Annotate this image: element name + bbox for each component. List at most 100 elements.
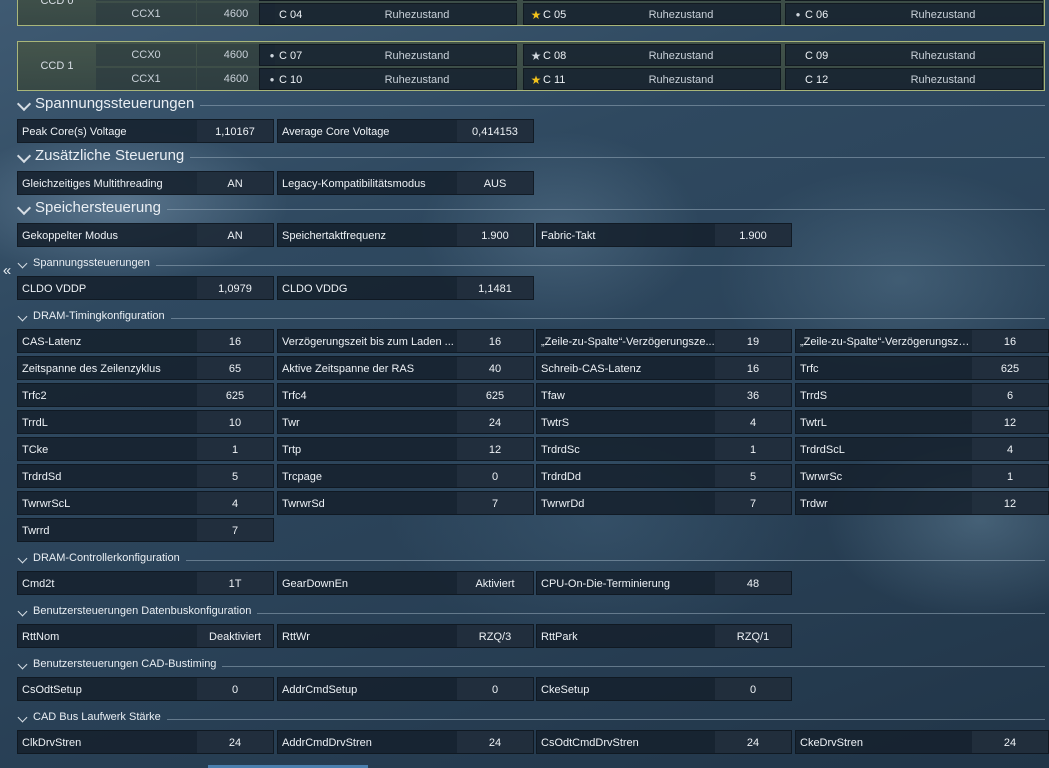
field-dram-timing: Twr 24 bbox=[277, 410, 534, 434]
chevron-down-icon[interactable] bbox=[17, 659, 28, 670]
field-label: TwrwrSc bbox=[800, 471, 843, 483]
core-cell[interactable]: ★ C 11 Ruhezustand bbox=[523, 68, 781, 90]
section-title: DRAM-Controllerkonfiguration bbox=[33, 552, 180, 564]
core-name: C 04 bbox=[279, 9, 303, 21]
section-voltage-control[interactable]: Spannungssteuerungen bbox=[16, 95, 1045, 115]
section-divider bbox=[186, 560, 1045, 561]
section-divider bbox=[171, 318, 1045, 319]
core-state: Ruhezustand bbox=[384, 74, 450, 86]
core-name: C 01 bbox=[279, 0, 302, 2]
field-value: 40 bbox=[457, 357, 533, 379]
field-value: 16 bbox=[197, 330, 273, 352]
chevron-down-icon[interactable] bbox=[17, 258, 28, 269]
chevron-down-icon[interactable] bbox=[17, 311, 28, 322]
field-dram-timing: TwrwrDd 7 bbox=[536, 491, 792, 515]
field-label: Schreib-CAS-Latenz bbox=[541, 363, 642, 375]
core-cell[interactable]: ● C 10 Ruhezustand bbox=[259, 68, 517, 90]
field-label: TrdrdScL bbox=[800, 444, 845, 456]
field-value: 36 bbox=[715, 384, 791, 406]
core-name: C 06 bbox=[805, 9, 829, 21]
field-dram-timing: Aktive Zeitspanne der RAS 40 bbox=[277, 356, 534, 380]
chevron-down-icon[interactable] bbox=[17, 553, 28, 564]
field-dram-controller: CPU-On-Die-Terminierung 48 bbox=[536, 571, 792, 595]
field-dram-timing: TrrdS 6 bbox=[795, 383, 1049, 407]
core-cell[interactable]: C 04 Ruhezustand bbox=[259, 3, 517, 25]
chevron-down-icon[interactable] bbox=[16, 200, 32, 216]
section-memory-control[interactable]: Speichersteuerung bbox=[16, 199, 1045, 219]
field-value: 0 bbox=[715, 678, 791, 700]
core-cell[interactable]: C 12 Ruhezustand bbox=[785, 68, 1043, 90]
section-additional-control[interactable]: Zusätzliche Steuerung bbox=[16, 147, 1045, 167]
collapse-panel-icon[interactable]: « bbox=[0, 262, 14, 280]
field-cldo-vddp: CLDO VDDP 1,0979 bbox=[17, 276, 274, 300]
core-cell[interactable]: ● C 06 Ruhezustand bbox=[785, 3, 1043, 25]
chevron-down-icon[interactable] bbox=[16, 148, 32, 164]
field-value: 1.900 bbox=[715, 224, 791, 246]
core-state: Ruhezustand bbox=[910, 9, 976, 21]
section-divider bbox=[257, 613, 1045, 614]
chevron-down-icon[interactable] bbox=[17, 712, 28, 723]
section-divider bbox=[167, 209, 1045, 210]
field-value: 12 bbox=[972, 411, 1048, 433]
field-value: 24 bbox=[197, 731, 273, 753]
section-title: Zusätzliche Steuerung bbox=[35, 147, 185, 164]
core-cell[interactable]: ★ C 05 Ruhezustand bbox=[523, 3, 781, 25]
chevron-down-icon[interactable] bbox=[17, 606, 28, 617]
field-label: ClkDrvStren bbox=[22, 737, 82, 749]
field-label: Gleichzeitiges Multithreading bbox=[22, 178, 163, 190]
core-cell[interactable]: ●C 01 530 bbox=[259, 0, 517, 1]
field-label: CPU-On-Die-Terminierung bbox=[541, 578, 670, 590]
field-dram-timing: Trfc 625 bbox=[795, 356, 1049, 380]
field-coupled-mode: Gekoppelter Modus AN bbox=[17, 223, 274, 247]
field-dram-timing: Trtp 12 bbox=[277, 437, 534, 461]
section-title: Spannungssteuerungen bbox=[35, 95, 195, 112]
section-dram-controller[interactable]: DRAM-Controllerkonfiguration bbox=[17, 552, 1045, 570]
field-label: „Zeile-zu-Spalte“-Verzögerungsze... bbox=[800, 336, 972, 348]
field-dram-timing: Trcpage 0 bbox=[277, 464, 534, 488]
section-title: Spannungssteuerungen bbox=[33, 257, 150, 269]
core-cell[interactable]: ● C 07 Ruhezustand bbox=[259, 44, 517, 66]
field-label: TrrdL bbox=[22, 417, 48, 429]
ccx-row: CCX1 4600 C 04 Ruhezustand ★ C 05 Ruhezustand ●… bbox=[96, 3, 1044, 25]
field-cad-drive: AddrCmdDrvStren 24 bbox=[277, 730, 534, 754]
field-label: CkeDrvStren bbox=[800, 737, 863, 749]
field-value: 16 bbox=[715, 357, 791, 379]
section-dram-timing[interactable]: DRAM-Timingkonfiguration bbox=[17, 310, 1045, 328]
field-label: Trtp bbox=[282, 444, 302, 456]
field-value: 16 bbox=[972, 330, 1048, 352]
section-cad-drive[interactable]: CAD Bus Laufwerk Stärke bbox=[17, 711, 1045, 729]
ccd-label: CCD 1 bbox=[40, 60, 74, 72]
field-dram-timing: TrdrdSc 1 bbox=[536, 437, 792, 461]
preferred-core-dot-icon: ● bbox=[269, 75, 275, 84]
field-label: TCke bbox=[22, 444, 49, 456]
core-cell[interactable]: C 03 Ruhezustand bbox=[785, 0, 1043, 1]
core-state: Ruhezustand bbox=[648, 50, 714, 62]
field-value: 6 bbox=[972, 384, 1048, 406]
field-value: AN bbox=[197, 224, 273, 246]
field-label: TrdrdSc bbox=[541, 444, 580, 456]
field-value: 48 bbox=[715, 572, 791, 594]
core-name: C 10 bbox=[279, 74, 303, 86]
field-value: 24 bbox=[715, 731, 791, 753]
section-databus[interactable]: Benutzersteuerungen Datenbuskonfiguratio… bbox=[17, 605, 1045, 623]
field-dram-timing: „Zeile-zu-Spalte“-Verzögerungsze... 16 bbox=[795, 329, 1049, 353]
field-dram-timing: TwrwrSc 1 bbox=[795, 464, 1049, 488]
star-icon: ★ bbox=[530, 49, 542, 63]
ccx-name: CCX0 bbox=[96, 44, 196, 66]
field-value: 10 bbox=[197, 411, 273, 433]
section-cad-timing[interactable]: Benutzersteuerungen CAD-Bustiming bbox=[17, 658, 1045, 676]
chevron-down-icon[interactable] bbox=[16, 96, 32, 112]
core-cell[interactable]: ★C 02 518 bbox=[523, 0, 781, 1]
field-dram-timing: TrrdL 10 bbox=[17, 410, 274, 434]
core-name: C 12 bbox=[805, 74, 829, 86]
section-memory-voltage[interactable]: Spannungssteuerungen bbox=[17, 257, 1045, 275]
field-dram-timing: TwrwrScL 4 bbox=[17, 491, 274, 515]
core-cell[interactable]: C 09 Ruhezustand bbox=[785, 44, 1043, 66]
field-dram-timing: CAS-Latenz 16 bbox=[17, 329, 274, 353]
field-label: Peak Core(s) Voltage bbox=[22, 126, 127, 138]
field-label: Legacy-Kompatibilitätsmodus bbox=[282, 178, 426, 190]
field-label: TrdrdDd bbox=[541, 471, 581, 483]
field-value: 1,0979 bbox=[197, 277, 273, 299]
core-cell[interactable]: ★ C 08 Ruhezustand bbox=[523, 44, 781, 66]
field-value: 4 bbox=[197, 492, 273, 514]
